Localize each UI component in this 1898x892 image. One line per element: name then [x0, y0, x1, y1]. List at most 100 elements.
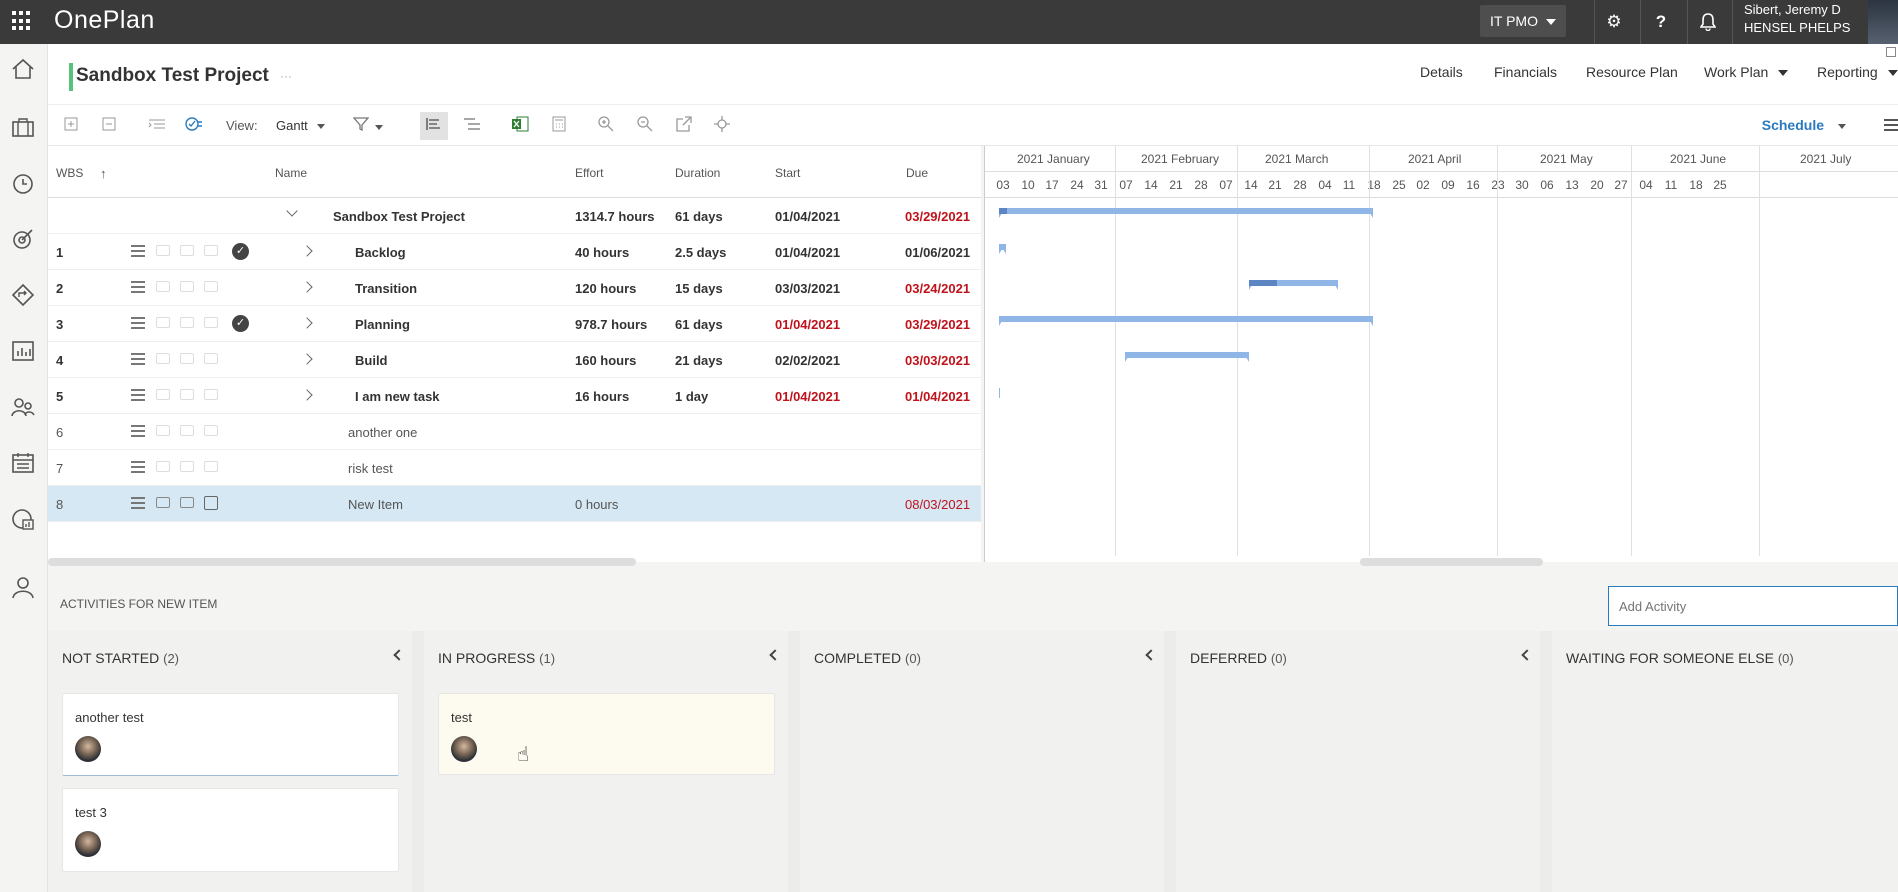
activities-icon[interactable] — [204, 425, 218, 436]
table-row[interactable]: 2 Transition 120 hours 15 days 03/03/202… — [48, 270, 981, 306]
user-avatar[interactable] — [1868, 0, 1898, 44]
details-icon[interactable] — [131, 461, 145, 473]
tab-resource-plan[interactable]: Resource Plan — [1586, 64, 1678, 80]
activity-card[interactable]: another test — [62, 693, 399, 776]
collapse-column-chevron-icon[interactable] — [769, 649, 781, 661]
collapse-column-chevron-icon[interactable] — [1145, 649, 1157, 661]
expand-all-icon[interactable] — [61, 116, 81, 136]
column-header-due[interactable]: Due — [906, 166, 928, 180]
expand-chevron-icon[interactable] — [301, 353, 313, 365]
table-row[interactable]: 6 another one — [48, 414, 981, 450]
briefcase-icon[interactable] — [10, 114, 36, 140]
filter-icon[interactable] — [352, 116, 393, 136]
expand-chevron-icon[interactable] — [301, 245, 313, 257]
details-icon[interactable] — [131, 497, 145, 509]
add-activity-input[interactable] — [1608, 586, 1898, 626]
tab-details[interactable]: Details — [1420, 64, 1463, 80]
table-row[interactable]: Sandbox Test Project 1314.7 hours 61 day… — [48, 198, 981, 234]
activities-icon[interactable] — [204, 389, 218, 400]
comment-icon[interactable] — [180, 317, 194, 328]
analytics-icon[interactable] — [10, 506, 36, 532]
zoom-in-icon[interactable] — [596, 116, 616, 136]
table-row-selected[interactable]: 8 New Item 0 hours 08/03/2021 — [48, 486, 981, 522]
gantt-bar-project[interactable] — [999, 208, 1373, 218]
column-header-effort[interactable]: Effort — [575, 166, 603, 180]
comment-icon[interactable] — [180, 245, 194, 256]
notes-icon[interactable] — [156, 497, 170, 508]
complete-check-icon[interactable]: ✓ — [232, 243, 249, 260]
collapse-column-chevron-icon[interactable] — [393, 649, 405, 661]
route-icon[interactable] — [10, 282, 36, 308]
column-header-start[interactable]: Start — [775, 166, 800, 180]
tab-financials[interactable]: Financials — [1494, 64, 1557, 80]
app-launcher-icon[interactable] — [12, 11, 32, 31]
reports-chart-icon[interactable] — [10, 338, 36, 364]
comment-icon[interactable] — [180, 389, 194, 400]
details-icon[interactable] — [131, 425, 145, 437]
indent-icon[interactable] — [147, 116, 167, 136]
outline-view-icon[interactable] — [462, 116, 482, 136]
tab-work-plan[interactable]: Work Plan — [1691, 64, 1811, 106]
gantt-bar-planning[interactable] — [999, 316, 1373, 326]
expand-chevron-icon[interactable] — [301, 389, 313, 401]
resources-people-icon[interactable] — [10, 394, 36, 420]
home-icon[interactable] — [10, 56, 36, 82]
activities-icon[interactable] — [204, 317, 218, 328]
avatar[interactable] — [451, 736, 477, 762]
activities-board-icon[interactable] — [204, 496, 218, 510]
collapse-all-icon[interactable] — [99, 116, 119, 136]
portfolio-selector[interactable]: IT PMO — [1480, 5, 1566, 37]
notes-icon[interactable] — [156, 317, 170, 328]
task-check-icon[interactable] — [184, 116, 204, 136]
avatar[interactable] — [75, 736, 101, 762]
sort-ascending-icon[interactable]: ↑ — [100, 166, 107, 181]
comment-icon[interactable] — [180, 497, 194, 508]
comment-icon[interactable] — [180, 425, 194, 436]
table-row[interactable]: 4 Build 160 hours 21 days 02/02/2021 03/… — [48, 342, 981, 378]
notes-icon[interactable] — [156, 281, 170, 292]
calendar-icon[interactable] — [10, 450, 36, 476]
grid-horizontal-scrollbar[interactable] — [48, 558, 636, 566]
table-row[interactable]: 3 ✓ Planning 978.7 hours 61 days 01/04/2… — [48, 306, 981, 342]
help-icon[interactable]: ? — [1647, 8, 1675, 36]
tab-reporting[interactable]: Reporting — [1817, 64, 1898, 80]
calculator-icon[interactable] — [549, 116, 569, 136]
gantt-bar-build[interactable] — [1125, 352, 1249, 362]
table-row[interactable]: 5 I am new task 16 hours 1 day 01/04/202… — [48, 378, 981, 414]
settings-gear-icon[interactable]: ⚙ — [1600, 8, 1628, 36]
notes-icon[interactable] — [156, 389, 170, 400]
project-more-icon[interactable]: ··· — [280, 69, 292, 83]
details-icon[interactable] — [131, 281, 145, 293]
details-icon[interactable] — [131, 245, 145, 257]
expand-icon[interactable] — [1886, 47, 1896, 57]
activity-card[interactable]: test 3 — [62, 788, 399, 872]
target-icon[interactable] — [10, 226, 36, 252]
complete-check-icon[interactable]: ✓ — [232, 315, 249, 332]
gantt-milestone-new-task[interactable] — [999, 388, 1000, 398]
user-menu[interactable]: Sibert, Jeremy D HENSEL PHELPS — [1744, 1, 1850, 37]
open-external-icon[interactable] — [674, 116, 694, 136]
table-row[interactable]: 7 risk test — [48, 450, 981, 486]
scroll-to-task-icon[interactable] — [712, 116, 732, 136]
activity-card[interactable]: test — [438, 693, 775, 775]
gantt-bar-backlog[interactable] — [999, 244, 1006, 254]
avatar[interactable] — [75, 831, 101, 857]
gantt-horizontal-scrollbar[interactable] — [1360, 558, 1543, 566]
excel-export-icon[interactable] — [510, 116, 530, 136]
details-icon[interactable] — [131, 353, 145, 365]
column-header-name[interactable]: Name — [275, 166, 307, 180]
notes-icon[interactable] — [156, 461, 170, 472]
comment-icon[interactable] — [180, 353, 194, 364]
gantt-bar-transition[interactable] — [1249, 280, 1338, 290]
hamburger-menu-icon[interactable] — [1884, 119, 1898, 131]
details-icon[interactable] — [131, 389, 145, 401]
expand-chevron-icon[interactable] — [301, 317, 313, 329]
activities-icon[interactable] — [204, 281, 218, 292]
comment-icon[interactable] — [180, 281, 194, 292]
gantt-view-icon[interactable] — [420, 112, 448, 140]
schedule-selector[interactable]: Schedule — [1762, 117, 1846, 133]
comment-icon[interactable] — [180, 461, 194, 472]
activities-icon[interactable] — [204, 245, 218, 256]
timesheet-clock-icon[interactable] — [10, 170, 36, 196]
view-selector[interactable]: Gantt — [276, 118, 325, 133]
